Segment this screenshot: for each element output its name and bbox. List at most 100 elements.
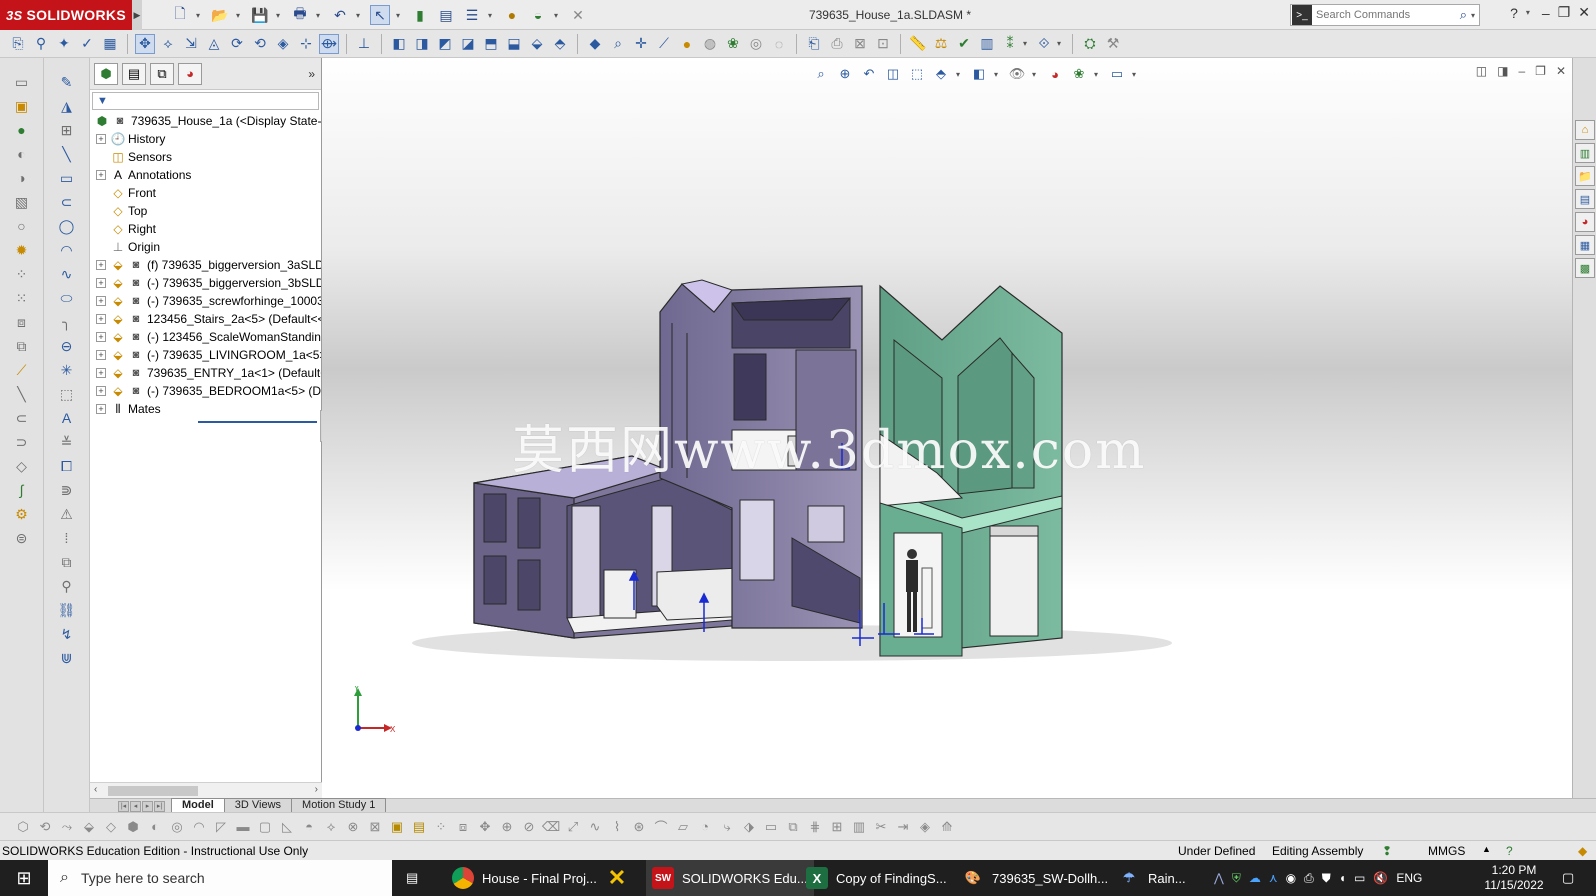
arc-icon[interactable]: ◠ <box>57 240 77 260</box>
expand-icon[interactable]: + <box>96 260 106 270</box>
search-input[interactable] <box>1316 9 1446 21</box>
surface-extrude-icon[interactable]: ▱ <box>674 817 692 837</box>
light-bulb-icon[interactable]: ○ <box>12 216 32 236</box>
smart-fastener-icon[interactable]: ⚙ <box>12 504 32 524</box>
appearances-icon[interactable]: ● <box>12 120 32 140</box>
view-bottom-icon[interactable]: ⬓ <box>504 34 524 54</box>
display-manager-tab-icon[interactable]: ◕ <box>178 62 202 85</box>
tree-item-history[interactable]: + 🕘 History <box>90 130 321 148</box>
task-view-icon[interactable]: ▤ <box>400 860 424 896</box>
appearance-ball-icon[interactable]: ● <box>502 5 522 25</box>
mass-properties-icon[interactable]: ⚖ <box>931 34 951 54</box>
sketch-grid-icon[interactable]: ⊞ <box>57 120 77 140</box>
tag-icon[interactable]: ◆ <box>1578 844 1587 858</box>
design-library-icon[interactable]: ▥ <box>1575 143 1595 163</box>
fillet-feature-icon[interactable]: ◠ <box>190 817 208 837</box>
measure-icon[interactable]: 📏 <box>908 34 928 54</box>
defender-icon[interactable]: ⛊ <box>1322 871 1331 886</box>
close-doc-icon[interactable]: ✕ <box>568 5 588 25</box>
tree-root-assembly[interactable]: ⬢ ◙ 739635_House_1a (<Display State-5>) <box>90 112 321 130</box>
graphics-viewport[interactable]: ⌕ ⊕ ↶ ◫ ⬚ ⬘ ▾ ◧ ▾ 👁 ▾ ◕ ❀ ▾ ▭ ▾ ◫ ◨ – ❐ ✕ <box>322 58 1572 798</box>
thicken-icon[interactable]: ▥ <box>850 817 868 837</box>
flex-icon[interactable]: ⌇ <box>608 817 626 837</box>
view-right-icon[interactable]: ◪ <box>458 34 478 54</box>
taskbar-item-weather[interactable]: ☂ Rain... <box>1112 860 1192 896</box>
file-properties-icon[interactable]: ▤ <box>436 5 456 25</box>
expand-icon[interactable]: + <box>96 404 106 414</box>
large-assembly-icon[interactable]: ⁑ <box>1000 34 1020 54</box>
tree-item-top[interactable]: ◇ Top <box>90 202 321 220</box>
prev-tab-icon[interactable]: ◂ <box>130 801 141 812</box>
restore-icon[interactable]: ❐ <box>1558 4 1571 21</box>
extrude-icon[interactable]: ⬡ <box>14 817 32 837</box>
centerline-icon[interactable]: ⬚ <box>57 384 77 404</box>
spline-icon[interactable]: ∫ <box>12 480 32 500</box>
new-part-icon[interactable]: ▭ <box>12 72 32 92</box>
copy-with-mates-icon[interactable]: ⧉ <box>12 336 32 356</box>
smart-fasteners-icon[interactable]: ⊹ <box>296 34 316 54</box>
security-icon[interactable]: ⛨ <box>1232 871 1241 886</box>
expand-icon[interactable]: + <box>96 134 106 144</box>
bluetooth-icon[interactable]: ◖ <box>1339 871 1346 885</box>
rib-icon[interactable]: ▬ <box>234 817 252 837</box>
open-folder-icon[interactable]: 📂 <box>210 5 230 25</box>
ellipse-icon[interactable]: ⬭ <box>57 288 77 308</box>
help-icon[interactable]: ? <box>1510 5 1518 21</box>
undo-icon[interactable]: ↶ <box>330 5 350 25</box>
smart-mates-icon[interactable]: ✹ <box>12 240 32 260</box>
tree-item-component[interactable]: + ⬙ ◙ (-) 739635_screwforhinge_100035 <box>90 292 321 310</box>
circle-icon[interactable]: ◯ <box>57 216 77 236</box>
surface-loft-icon[interactable]: ⬗ <box>740 817 758 837</box>
tree-item-component[interactable]: + ⬙ ◙ (-) 739635_biggerversion_3bSLDPRT <box>90 274 321 292</box>
app-tray-icon[interactable]: ◉ <box>1286 871 1296 885</box>
ambient-occlusion-icon[interactable]: ◌ <box>769 34 789 54</box>
scene-lights-icon[interactable]: ❀ <box>723 34 743 54</box>
taskbar-search[interactable]: ⌕ Type here to search <box>48 860 392 896</box>
rollback-bar[interactable] <box>198 421 317 423</box>
view-left-icon[interactable]: ◩ <box>435 34 455 54</box>
unit-system-selector[interactable]: MMGS <box>1428 844 1465 858</box>
customize-icon[interactable]: ⚒ <box>1103 34 1123 54</box>
fill-surface-icon[interactable]: ◈ <box>916 817 934 837</box>
boundary-icon[interactable]: ◇ <box>102 817 120 837</box>
select-pointer-icon[interactable]: ↖ <box>370 5 390 25</box>
traffic-light-icon[interactable]: ▮ <box>410 5 430 25</box>
horizontal-scrollbar[interactable]: ‹ › <box>90 782 322 798</box>
assembly-from-part-icon[interactable]: ⎙ <box>827 34 847 54</box>
appearance-icon[interactable]: ● <box>677 34 697 54</box>
component-pattern-icon[interactable]: ✦ <box>54 34 74 54</box>
tree-item-component[interactable]: + ⬙ ◙ (-) 123456_ScaleWomanStanding <box>90 328 321 346</box>
solidworks-resources-icon[interactable]: ⌂ <box>1575 120 1595 140</box>
move-component-icon[interactable]: ✥ <box>135 33 155 54</box>
slot-icon[interactable]: ⊂ <box>57 192 77 212</box>
printer-icon[interactable]: ⎙ <box>1304 871 1314 886</box>
language-indicator[interactable]: ENG <box>1396 871 1422 885</box>
search-icon[interactable]: ⌕ <box>1460 7 1467 23</box>
tree-item-annotations[interactable]: + A Annotations <box>90 166 321 184</box>
expand-icon[interactable]: + <box>96 332 106 342</box>
chevron-down-icon[interactable]: ▾ <box>1526 8 1534 17</box>
chevron-down-icon[interactable]: ▾ <box>1471 11 1479 20</box>
onedrive-icon[interactable]: ☁ <box>1249 871 1261 885</box>
filter-icon[interactable]: ▼ <box>97 95 108 107</box>
surface-sweep-icon[interactable]: ⤷ <box>718 817 736 837</box>
view-dimetric-icon[interactable]: ⬘ <box>550 34 570 54</box>
taskbar-item-chrome[interactable]: House - Final Proj... <box>446 860 603 896</box>
edit-component-icon[interactable]: ◑ <box>12 168 32 188</box>
deform-icon[interactable]: ⊛ <box>630 817 648 837</box>
last-tab-icon[interactable]: ▸| <box>154 801 165 812</box>
shadows-icon[interactable]: ◎ <box>746 34 766 54</box>
split-icon[interactable]: ⊘ <box>520 817 538 837</box>
expand-icon[interactable]: + <box>96 368 106 378</box>
help-status-icon[interactable]: ? <box>1506 844 1513 858</box>
reference-geometry-icon[interactable]: ◬ <box>204 34 224 54</box>
text-icon[interactable]: A <box>57 408 77 428</box>
mate-icon[interactable]: ⚲ <box>31 34 51 54</box>
hole-wizard-icon[interactable]: ◎ <box>168 817 186 837</box>
mirror-entities-icon[interactable]: ⚠ <box>57 504 77 524</box>
chevron-down-icon[interactable]: ▾ <box>356 11 364 20</box>
rectangle-icon[interactable]: ▭ <box>57 168 77 188</box>
linear-pattern-icon[interactable]: ⁘ <box>12 264 32 284</box>
custom-properties-icon[interactable]: ▦ <box>1575 235 1595 255</box>
chevron-down-icon[interactable]: ▾ <box>1057 39 1065 48</box>
